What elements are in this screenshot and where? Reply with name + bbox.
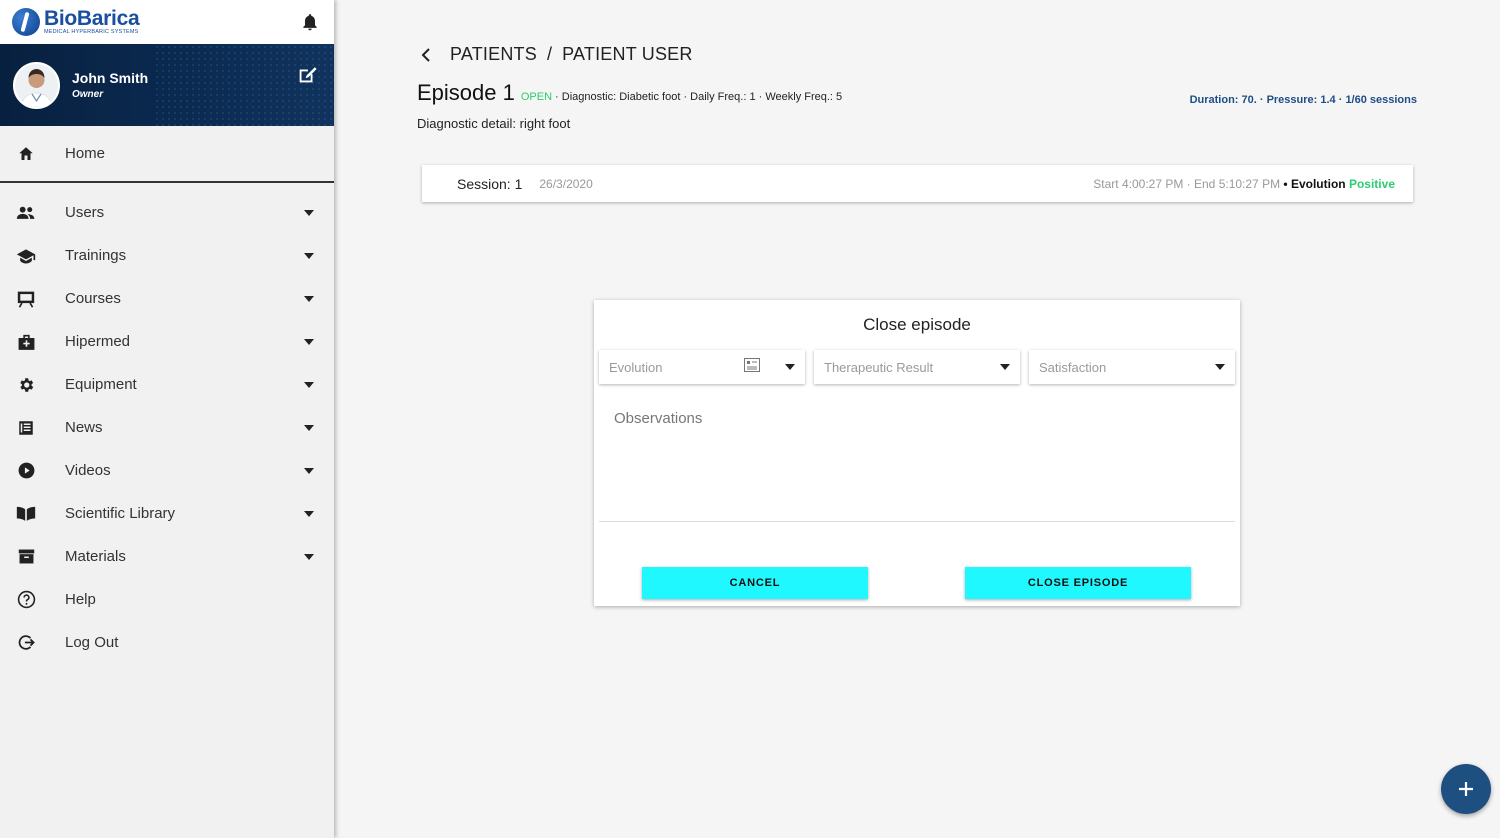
- nav-item-logout[interactable]: Log Out: [0, 621, 334, 664]
- logo-name: BioBarica: [44, 7, 140, 31]
- satisfaction-select[interactable]: Satisfaction: [1029, 350, 1235, 384]
- nav-label-equipment: Equipment: [65, 376, 137, 393]
- main-content: PATIENTS / PATIENT USER Episode 1 OPEN ·…: [334, 0, 1500, 838]
- logo[interactable]: BioBarica MEDICAL HYPERBARIC SYSTEMS: [12, 7, 140, 36]
- avatar-image: [15, 63, 58, 107]
- archive-box-icon: [16, 547, 36, 567]
- chevron-down-icon: [785, 364, 795, 370]
- gear-icon: [16, 375, 36, 395]
- easel-icon: [16, 289, 36, 309]
- observations-placeholder: Observations: [614, 410, 703, 427]
- logout-icon: [16, 633, 36, 653]
- chevron-down-icon[interactable]: [304, 338, 314, 345]
- session-evolution-value: Positive: [1348, 176, 1395, 191]
- nav-label-materials: Materials: [65, 548, 126, 565]
- chevron-down-icon[interactable]: [304, 209, 314, 216]
- breadcrumb-patients[interactable]: PATIENTS: [450, 44, 537, 65]
- dialog-title: Close episode: [863, 315, 971, 334]
- chevron-down-icon[interactable]: [304, 381, 314, 388]
- play-circle-icon: [16, 461, 36, 481]
- nav-item-materials[interactable]: Materials: [0, 535, 334, 578]
- cancel-button[interactable]: CANCEL: [642, 567, 868, 599]
- evolution-select-placeholder: Evolution: [609, 359, 663, 375]
- form-list-icon: [744, 358, 760, 372]
- chevron-down-icon[interactable]: [304, 252, 314, 259]
- session-date: 26/3/2020: [539, 176, 593, 191]
- chevron-down-icon: [1000, 364, 1010, 370]
- chevron-down-icon[interactable]: [304, 553, 314, 560]
- nav-menu: Home Users Trainings Courses Hipermed Eq…: [0, 126, 334, 664]
- nav-item-videos[interactable]: Videos: [0, 449, 334, 492]
- nav-item-equipment[interactable]: Equipment: [0, 363, 334, 406]
- breadcrumb: PATIENTS / PATIENT USER: [418, 44, 693, 65]
- session-bullet: •: [1280, 176, 1291, 191]
- nav-item-scientific-library[interactable]: Scientific Library: [0, 492, 334, 535]
- session-label: Session: 1: [457, 175, 523, 192]
- nav-label-scientific-library: Scientific Library: [65, 505, 176, 522]
- open-book-icon: [16, 504, 36, 524]
- nav-label-logout: Log Out: [65, 634, 119, 651]
- session-evolution-label: Evolution: [1290, 176, 1346, 191]
- nav-item-hipermed[interactable]: Hipermed: [0, 320, 334, 363]
- avatar[interactable]: [13, 61, 60, 109]
- close-episode-dialog: Close episode Evolution Therapeutic Resu…: [594, 300, 1240, 606]
- nav-item-news[interactable]: News: [0, 406, 334, 449]
- help-circle-icon: [16, 590, 36, 610]
- chevron-down-icon: [1215, 364, 1225, 370]
- user-role: Owner: [72, 89, 104, 100]
- back-arrow-icon[interactable]: [418, 47, 434, 63]
- nav-item-home[interactable]: Home: [0, 126, 334, 183]
- nav-label-trainings: Trainings: [65, 247, 127, 264]
- user-name: John Smith: [72, 70, 149, 86]
- logo-tagline: MEDICAL HYPERBARIC SYSTEMS: [44, 29, 139, 36]
- sidebar: BioBarica MEDICAL HYPERBARIC SYSTEMS Joh…: [0, 0, 334, 838]
- therapeutic-result-placeholder: Therapeutic Result: [824, 359, 934, 375]
- evolution-select[interactable]: Evolution: [599, 350, 805, 384]
- episode-header: Episode 1 OPEN · Diagnostic: Diabetic fo…: [417, 80, 842, 106]
- diagnostic-detail: Diagnostic detail: right foot: [417, 116, 571, 131]
- nav-item-courses[interactable]: Courses: [0, 277, 334, 320]
- episode-meta: · Diagnostic: Diabetic foot · Daily Freq…: [555, 91, 843, 103]
- nav-item-users[interactable]: Users: [0, 191, 334, 234]
- session-card[interactable]: Session: 1 26/3/2020 Start 4:00:27 PM · …: [422, 165, 1413, 202]
- nav-label-news: News: [65, 419, 103, 436]
- nav-item-help[interactable]: Help: [0, 578, 334, 621]
- close-episode-button[interactable]: CLOSE EPISODE: [965, 567, 1191, 599]
- home-icon: [16, 144, 36, 164]
- episode-status-badge: OPEN: [520, 91, 553, 103]
- chevron-down-icon[interactable]: [304, 295, 314, 302]
- observations-textarea[interactable]: Observations: [599, 400, 1235, 522]
- brand-bar: BioBarica MEDICAL HYPERBARIC SYSTEMS: [0, 0, 334, 44]
- logo-mark: [12, 8, 40, 36]
- nav-label-hipermed: Hipermed: [65, 333, 131, 350]
- nav-label-courses: Courses: [65, 290, 121, 307]
- user-profile: John Smith Owner: [0, 44, 334, 126]
- nav-label-help: Help: [65, 591, 96, 608]
- episode-title: Episode 1: [417, 80, 515, 105]
- breadcrumb-current: PATIENT USER: [562, 44, 693, 64]
- satisfaction-placeholder: Satisfaction: [1039, 359, 1107, 375]
- plus-icon: [1459, 782, 1473, 796]
- add-fab-button[interactable]: [1441, 764, 1491, 814]
- graduation-cap-icon: [16, 246, 36, 266]
- medical-kit-icon: [16, 332, 36, 352]
- session-times: Start 4:00:27 PM · End 5:10:27 PM: [1093, 176, 1281, 191]
- nav-label-home: Home: [65, 145, 106, 162]
- chevron-down-icon[interactable]: [304, 424, 314, 431]
- episode-summary: Duration: 70. · Pressure: 1.4 · 1/60 ses…: [1189, 94, 1417, 106]
- newspaper-icon: [16, 418, 36, 438]
- nav-item-trainings[interactable]: Trainings: [0, 234, 334, 277]
- nav-label-videos: Videos: [65, 462, 111, 479]
- breadcrumb-separator: /: [546, 44, 553, 64]
- bell-icon[interactable]: [300, 12, 320, 32]
- nav-label-users: Users: [65, 204, 105, 221]
- users-icon: [16, 203, 36, 223]
- edit-profile-icon[interactable]: [296, 64, 318, 86]
- chevron-down-icon[interactable]: [304, 467, 314, 474]
- therapeutic-result-select[interactable]: Therapeutic Result: [814, 350, 1020, 384]
- session-details: Start 4:00:27 PM · End 5:10:27 PM • Evol…: [1093, 177, 1395, 191]
- chevron-down-icon[interactable]: [304, 510, 314, 517]
